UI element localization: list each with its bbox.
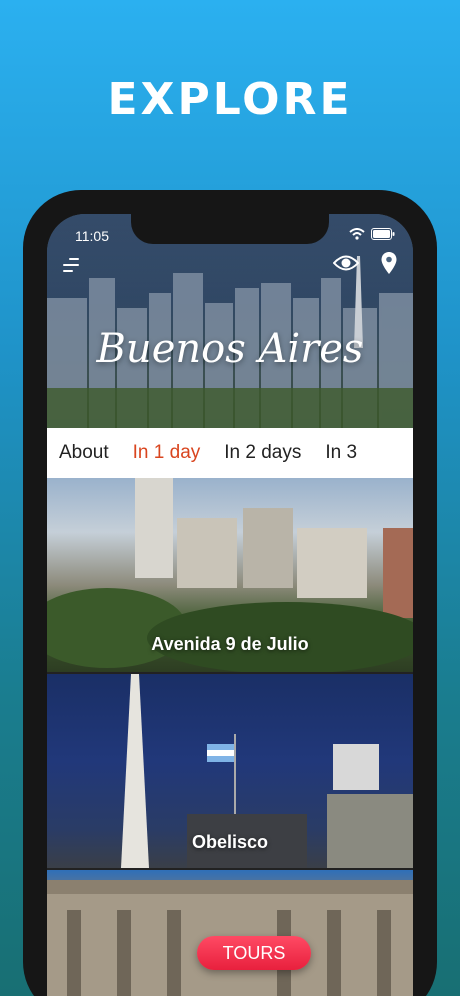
tab-in-3-days[interactable]: In 3: [313, 442, 369, 464]
battery-icon: [371, 228, 395, 240]
tab-about[interactable]: About: [47, 442, 121, 464]
tab-bar: About In 1 day In 2 days In 3: [47, 428, 413, 478]
phone-frame: Buenos Aires 11:05 About In 1 day In 2 d…: [23, 190, 437, 996]
notch: [131, 214, 329, 244]
place-card-avenida[interactable]: Avenida 9 de Julio: [47, 478, 413, 672]
map-pin-icon[interactable]: [381, 252, 397, 274]
menu-icon[interactable]: [63, 258, 81, 274]
place-card-obelisco[interactable]: Obelisco: [47, 674, 413, 868]
teatro-colon-image: [47, 880, 413, 996]
eye-icon[interactable]: [333, 254, 359, 272]
tab-in-1-day[interactable]: In 1 day: [121, 442, 213, 464]
app-screen: Buenos Aires 11:05 About In 1 day In 2 d…: [47, 214, 413, 996]
status-icons: [349, 228, 395, 240]
city-title: Buenos Aires: [96, 326, 364, 372]
place-label: Obelisco: [191, 832, 269, 852]
hero-banner: Buenos Aires: [47, 214, 413, 428]
status-time: 11:05: [75, 228, 109, 244]
place-card-building[interactable]: [47, 870, 413, 996]
wifi-icon: [349, 228, 365, 240]
tab-in-2-days[interactable]: In 2 days: [212, 442, 313, 464]
tours-button[interactable]: TOURS: [197, 936, 311, 970]
place-label: Avenida 9 de Julio: [151, 634, 309, 654]
headline: EXPLORE: [107, 74, 353, 125]
